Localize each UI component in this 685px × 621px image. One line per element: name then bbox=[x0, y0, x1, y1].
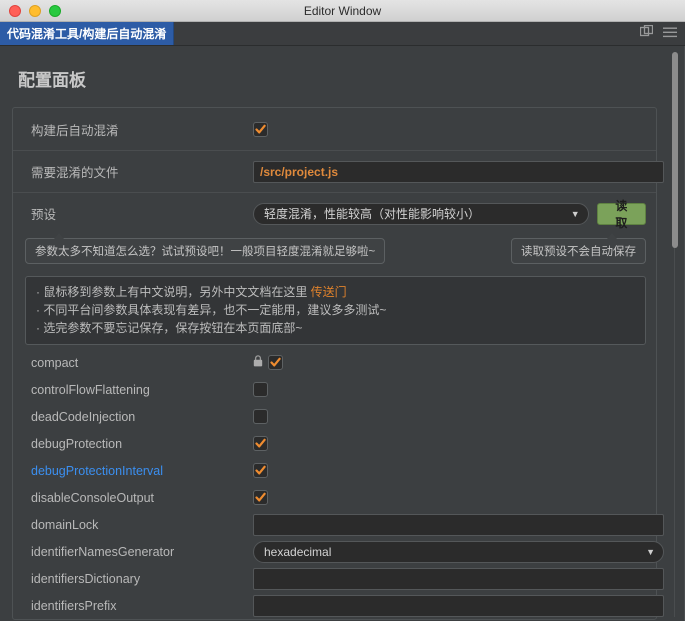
option-field-debugprotectioninterval bbox=[253, 463, 646, 478]
tab-strip-spacer bbox=[174, 22, 640, 45]
option-label-identifiersprefix: identifiersPrefix bbox=[31, 598, 117, 613]
window-traffic-lights bbox=[0, 4, 61, 17]
preset-hint-tooltip: 参数太多不知道怎么选？试试预设吧！一般项目轻度混淆就足够啦~ bbox=[25, 238, 386, 264]
debugprotection-checkbox[interactable] bbox=[253, 436, 268, 451]
setting-field-auto-obfuscate bbox=[253, 121, 646, 137]
page-title: 配置面板 bbox=[18, 71, 86, 90]
option-label-debugprotection: debugProtection bbox=[31, 436, 123, 451]
zoom-window-button[interactable] bbox=[49, 4, 61, 17]
option-label-domainlock: domainLock bbox=[31, 517, 99, 532]
checkmark-icon bbox=[255, 438, 266, 448]
option-field-identifiernamesgenerator: hexadecimal ▼ bbox=[253, 540, 664, 563]
minimize-window-button[interactable] bbox=[29, 4, 41, 17]
chevron-down-icon: ▼ bbox=[570, 208, 580, 219]
setting-label-preset: 预设 bbox=[31, 208, 57, 222]
compact-checkbox[interactable] bbox=[268, 355, 283, 370]
identifiersprefix-input[interactable] bbox=[253, 594, 664, 617]
docs-link[interactable]: 传送门 bbox=[311, 285, 347, 299]
deadcodeinjection-checkbox[interactable] bbox=[253, 409, 268, 424]
close-window-button[interactable] bbox=[9, 4, 21, 17]
checkmark-icon bbox=[255, 465, 266, 475]
info-line-1-text: · 鼠标移到参数上有中文说明，另外中文文档在这里 bbox=[36, 285, 311, 299]
config-panel-scroll-content: 配置面板 构建后自动混淆 需要混淆的文件 /src/project.js 预设 … bbox=[0, 46, 671, 620]
option-row-disableconsoleoutput: disableConsoleOutput bbox=[13, 484, 656, 511]
option-row-debugprotection: debugProtection bbox=[13, 430, 656, 457]
setting-field-preset: 轻度混淆，性能较高（对性能影响较小） ▼ 读取 bbox=[253, 199, 646, 230]
option-row-debugprotectioninterval: debugProtectionInterval bbox=[13, 457, 656, 484]
target-file-input[interactable]: /src/project.js bbox=[253, 160, 664, 183]
preset-select-value: 轻度混淆，性能较高（对性能影响较小） bbox=[264, 207, 481, 221]
setting-row-preset: 预设 轻度混淆，性能较高（对性能影响较小） ▼ 读取 bbox=[13, 192, 656, 234]
info-line-1: · 鼠标移到参数上有中文说明，另外中文文档在这里 传送门 bbox=[36, 283, 635, 301]
debugprotectioninterval-checkbox[interactable] bbox=[253, 463, 268, 478]
option-row-identifiernamesgenerator: identifierNamesGenerator hexadecimal ▼ bbox=[13, 538, 664, 565]
window-titlebar: Editor Window bbox=[0, 0, 685, 22]
window-title: Editor Window bbox=[303, 3, 382, 18]
option-row-controlflowflattening: controlFlowFlattening bbox=[13, 376, 656, 403]
setting-label-target-file: 需要混淆的文件 bbox=[31, 166, 119, 180]
read-preset-warning-tooltip: 读取预设不会自动保存 bbox=[511, 238, 646, 264]
scrollbar-thumb[interactable] bbox=[672, 52, 678, 248]
info-line-2: · 不同平台间参数具体表现有差异，也不一定能用，建议多多测试~ bbox=[36, 303, 387, 317]
option-field-compact bbox=[253, 354, 646, 372]
auto-obfuscate-checkbox[interactable] bbox=[253, 121, 268, 137]
option-field-disableconsoleoutput bbox=[253, 490, 646, 505]
option-field-identifiersprefix bbox=[253, 594, 664, 617]
option-row-identifiersprefix: identifiersPrefix bbox=[13, 592, 664, 619]
preset-select[interactable]: 轻度混淆，性能较高（对性能影响较小） ▼ bbox=[253, 202, 589, 225]
controlflowflattening-checkbox[interactable] bbox=[253, 382, 268, 397]
option-label-identifiernamesgenerator: identifierNamesGenerator bbox=[31, 544, 175, 559]
setting-row-auto-obfuscate: 构建后自动混淆 bbox=[13, 108, 656, 150]
main-content-area: 配置面板 构建后自动混淆 需要混淆的文件 /src/project.js 预设 … bbox=[0, 46, 685, 621]
checkmark-icon bbox=[270, 357, 281, 367]
scrollbar-track bbox=[674, 248, 675, 617]
duplicate-icon[interactable] bbox=[639, 24, 654, 43]
option-field-domainlock bbox=[253, 513, 664, 536]
settings-panel: 构建后自动混淆 需要混淆的文件 /src/project.js 预设 轻度混淆，… bbox=[12, 107, 664, 620]
option-label-identifiersdictionary: identifiersDictionary bbox=[31, 571, 141, 586]
checkmark-icon bbox=[255, 492, 266, 502]
checkmark-icon bbox=[255, 124, 266, 133]
vertical-scrollbar[interactable] bbox=[672, 52, 678, 617]
setting-label-auto-obfuscate: 构建后自动混淆 bbox=[31, 123, 119, 138]
tab-obfuscation-tool[interactable]: 代码混淆工具/构建后自动混淆 bbox=[0, 22, 175, 45]
read-preset-button[interactable]: 读取 bbox=[596, 199, 646, 230]
option-label-compact: compact bbox=[31, 355, 79, 370]
info-line-3: · 选完参数不要忘记保存，保存按钮在本页面底部~ bbox=[36, 321, 303, 335]
info-notice-box: · 鼠标移到参数上有中文说明，另外中文文档在这里 传送门 · 不同平台间参数具体… bbox=[25, 276, 646, 345]
preset-tooltip-row: 参数太多不知道怎么选？试试预设吧！一般项目轻度混淆就足够啦~ 读取预设不会自动保… bbox=[13, 234, 656, 270]
identifiernamesgenerator-select[interactable]: hexadecimal ▼ bbox=[253, 540, 664, 563]
domainlock-input[interactable] bbox=[253, 513, 664, 536]
option-field-deadcodeinjection bbox=[253, 409, 646, 424]
option-label-controlflowflattening: controlFlowFlattening bbox=[31, 382, 150, 397]
chevron-down-icon: ▼ bbox=[646, 546, 655, 557]
identifiernamesgenerator-value: hexadecimal bbox=[264, 544, 332, 559]
option-field-identifiersdictionary bbox=[253, 567, 664, 590]
hamburger-menu-icon[interactable] bbox=[663, 25, 677, 43]
tab-strip: 代码混淆工具/构建后自动混淆 bbox=[0, 22, 685, 46]
option-label-debugprotectioninterval: debugProtectionInterval bbox=[31, 463, 164, 478]
setting-row-target-file: 需要混淆的文件 /src/project.js bbox=[13, 150, 664, 192]
option-row-compact: compact bbox=[13, 349, 656, 376]
option-field-controlflowflattening bbox=[253, 382, 646, 397]
option-row-identifiersdictionary: identifiersDictionary bbox=[13, 565, 664, 592]
option-field-debugprotection bbox=[253, 436, 646, 451]
disableconsoleoutput-checkbox[interactable] bbox=[253, 490, 268, 505]
option-row-domainlock: domainLock bbox=[13, 511, 664, 538]
lock-icon bbox=[253, 354, 263, 372]
tab-strip-actions bbox=[639, 22, 685, 45]
setting-field-target-file: /src/project.js bbox=[253, 160, 664, 183]
option-row-deadcodeinjection: deadCodeInjection bbox=[13, 403, 656, 430]
identifiersdictionary-input[interactable] bbox=[253, 567, 664, 590]
option-label-disableconsoleoutput: disableConsoleOutput bbox=[31, 490, 154, 505]
option-label-deadcodeinjection: deadCodeInjection bbox=[31, 409, 136, 424]
